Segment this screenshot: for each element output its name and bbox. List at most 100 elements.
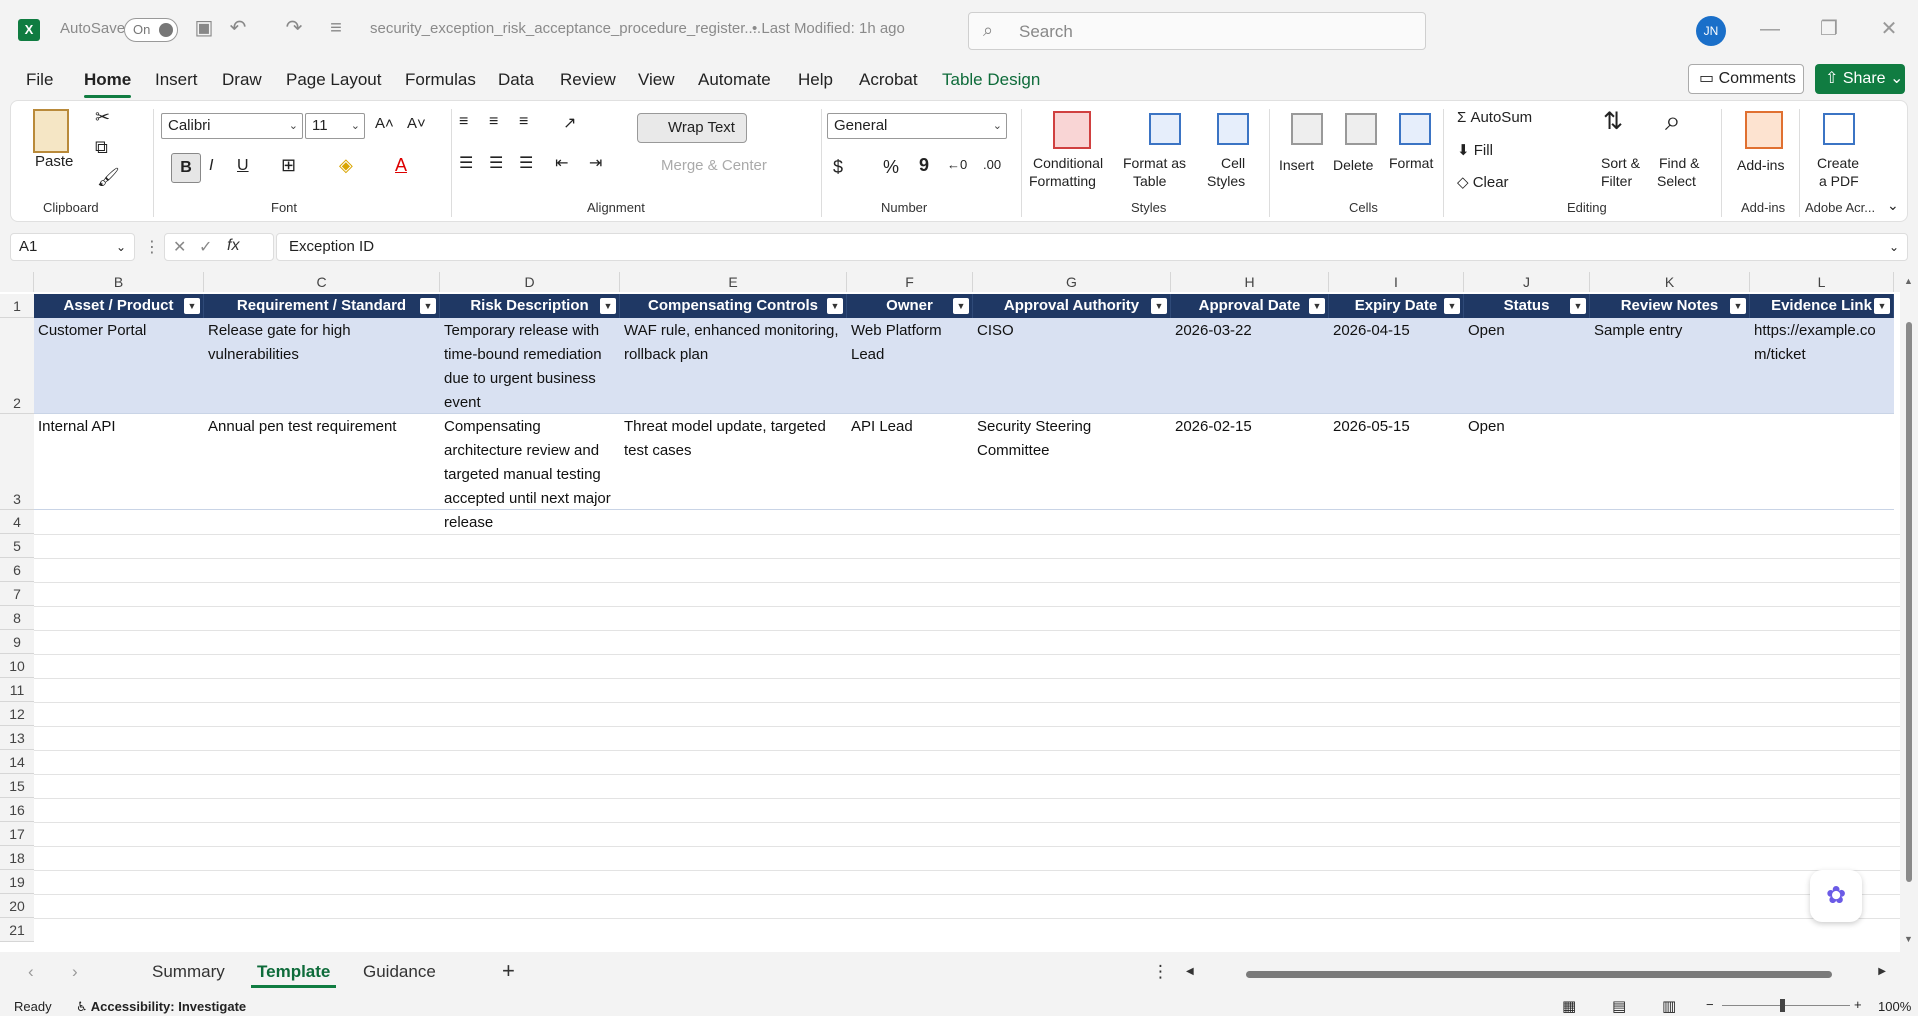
cell-e2[interactable]: WAF rule, enhanced monitoring, rollback … (620, 318, 847, 368)
decrease-decimal-icon[interactable]: .00 (983, 157, 1001, 172)
add-sheet-button[interactable]: + (502, 958, 515, 984)
insert-function-icon[interactable]: fx (227, 237, 239, 255)
copilot-icon[interactable]: ✿ (1810, 870, 1862, 922)
sheet-tab-template[interactable]: Template (250, 962, 337, 988)
row-header-5[interactable]: 5 (0, 534, 34, 558)
column-header-e[interactable]: E (620, 272, 847, 292)
more-options-icon[interactable]: ⋮ (144, 237, 160, 257)
header-cell[interactable]: Compensating Controls ▼ (620, 294, 847, 318)
row-header-15[interactable]: 15 (0, 774, 34, 798)
row-header-13[interactable]: 13 (0, 726, 34, 750)
row-header-14[interactable]: 14 (0, 750, 34, 774)
filter-dropdown-icon[interactable]: ▼ (1444, 298, 1460, 314)
row-header-7[interactable]: 7 (0, 582, 34, 606)
save-icon[interactable]: ▣ (192, 16, 216, 40)
autosave-toggle[interactable]: On (124, 18, 178, 42)
find-label[interactable]: Find & (1659, 155, 1699, 171)
cell-f2[interactable]: Web Platform Lead (847, 318, 973, 368)
column-header-j[interactable]: J (1464, 272, 1590, 292)
cut-icon[interactable]: ✂ (95, 107, 110, 128)
format-as-table-icon[interactable] (1149, 113, 1181, 145)
filter-dropdown-icon[interactable]: ▼ (600, 298, 616, 314)
fill-button[interactable]: ⬇ Fill (1457, 141, 1493, 159)
format-painter-icon[interactable]: 🖌 (97, 167, 120, 188)
row-header-20[interactable]: 20 (0, 894, 34, 918)
row-header-12[interactable]: 12 (0, 702, 34, 726)
cell-h2[interactable]: 2026-03-22 (1171, 318, 1329, 344)
header-cell[interactable]: Asset / Product ▼ (34, 294, 204, 318)
merge-center-button[interactable]: Merge & Center (661, 157, 767, 174)
table-label[interactable]: Table (1133, 173, 1166, 189)
tab-acrobat[interactable]: Acrobat (859, 70, 918, 90)
row-header-11[interactable]: 11 (0, 678, 34, 702)
clear-button[interactable]: ◇ Clear (1457, 173, 1509, 191)
cell-d3[interactable]: Compensating architecture review and tar… (440, 414, 620, 536)
sort-label[interactable]: Sort & (1601, 155, 1640, 171)
spreadsheet-grid[interactable]: B C D E F G H I J K L 1 2 3 4 5 6 7 8 9 … (0, 272, 1900, 952)
header-cell[interactable]: Owner ▼ (847, 294, 973, 318)
sheet-tab-summary[interactable]: Summary (152, 962, 225, 982)
tab-insert[interactable]: Insert (155, 70, 198, 90)
align-center-icon[interactable]: ☰ (489, 153, 503, 173)
zoom-level[interactable]: 100% (1878, 999, 1911, 1014)
cell-j2[interactable]: Open (1464, 318, 1590, 344)
cell-label[interactable]: Cell (1221, 155, 1245, 171)
align-left-icon[interactable]: ☰ (459, 153, 473, 173)
increase-font-icon[interactable]: A˄ (375, 115, 394, 132)
column-header-k[interactable]: K (1590, 272, 1750, 292)
row-header-6[interactable]: 6 (0, 558, 34, 582)
customize-quick-access-icon[interactable]: ≡ (324, 16, 348, 40)
cell-f3[interactable]: API Lead (847, 414, 973, 440)
find-select-icon[interactable]: ⌕ (1665, 105, 1681, 138)
cell-styles-label[interactable]: Styles (1207, 173, 1245, 189)
file-name[interactable]: security_exception_risk_acceptance_proce… (370, 20, 761, 37)
header-cell[interactable]: Requirement / Standard ▼ (204, 294, 440, 318)
scroll-down-icon[interactable]: ▼ (1904, 934, 1913, 944)
paste-icon[interactable] (33, 109, 69, 153)
add-ins-icon[interactable] (1745, 111, 1783, 149)
decrease-font-icon[interactable]: A˅ (407, 115, 426, 132)
tab-page-layout[interactable]: Page Layout (286, 70, 381, 90)
tab-data[interactable]: Data (498, 70, 534, 90)
format-cells-icon[interactable] (1399, 113, 1431, 145)
font-size-select[interactable]: 11 ⌄ (305, 113, 365, 139)
redo-icon[interactable]: ↷ (282, 16, 306, 40)
tab-file[interactable]: File (26, 70, 53, 90)
increase-indent-icon[interactable]: ⇥ (589, 153, 602, 173)
header-cell[interactable]: Review Notes ▼ (1590, 294, 1750, 318)
italic-button[interactable]: I (209, 157, 213, 175)
header-cell[interactable]: Status ▼ (1464, 294, 1590, 318)
column-header-h[interactable]: H (1171, 272, 1329, 292)
zoom-slider-thumb[interactable] (1780, 999, 1785, 1012)
row-header-18[interactable]: 18 (0, 846, 34, 870)
tab-table-design[interactable]: Table Design (942, 70, 1040, 90)
row-header-17[interactable]: 17 (0, 822, 34, 846)
filter-dropdown-icon[interactable]: ▼ (1309, 298, 1325, 314)
comments-button[interactable]: ▭ Comments (1688, 64, 1804, 94)
number-format-select[interactable]: General ⌄ (827, 113, 1007, 139)
vertical-scrollbar[interactable]: ▲ ▼ (1900, 272, 1918, 952)
cell-d2[interactable]: Temporary release with time-bound remedi… (440, 318, 620, 416)
more-sheets-icon[interactable]: ⋮ (1152, 962, 1169, 982)
scroll-up-icon[interactable]: ▲ (1904, 276, 1913, 286)
close-icon[interactable]: ✕ (1872, 14, 1906, 44)
comma-button[interactable]: 9 (919, 155, 929, 176)
column-header-b[interactable]: B (34, 272, 204, 292)
wrap-text-button[interactable]: Wrap Text (637, 113, 747, 143)
underline-button[interactable]: U (237, 157, 249, 175)
select-label[interactable]: Select (1657, 173, 1696, 189)
formatting-label[interactable]: Formatting (1029, 173, 1096, 189)
align-right-icon[interactable]: ☰ (519, 153, 533, 173)
filter-dropdown-icon[interactable]: ▼ (1151, 298, 1167, 314)
filter-label[interactable]: Filter (1601, 173, 1632, 189)
row-header-10[interactable]: 10 (0, 654, 34, 678)
tab-view[interactable]: View (638, 70, 675, 90)
format-cells-label[interactable]: Format (1389, 155, 1433, 171)
add-ins-button[interactable]: Add-ins (1737, 157, 1784, 173)
name-box[interactable]: A1 ⌄ (10, 233, 135, 261)
pdf-label[interactable]: a PDF (1819, 173, 1859, 189)
row-header-4[interactable]: 4 (0, 510, 34, 534)
create-label[interactable]: Create (1817, 155, 1859, 171)
delete-cells-label[interactable]: Delete (1333, 157, 1373, 173)
cell-l2[interactable]: https://example.com/ticket (1750, 318, 1894, 368)
